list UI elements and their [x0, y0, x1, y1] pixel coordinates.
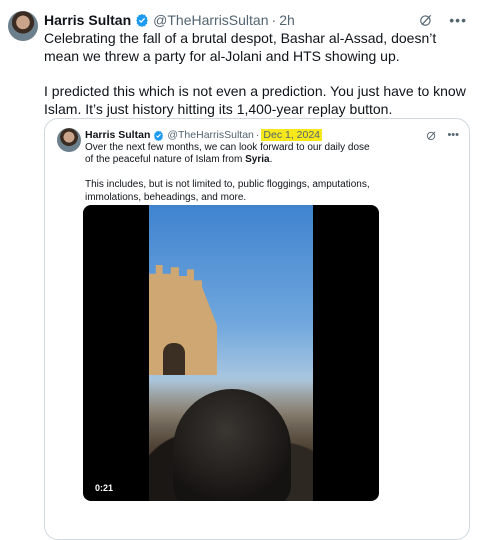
more-icon: •••	[447, 129, 459, 141]
bold-word: Syria	[245, 154, 270, 166]
separator-dot: ·	[271, 12, 277, 28]
tweet-header: Harris Sultan @TheHarrisSultan · 2h •••	[44, 10, 467, 30]
separator-dot: ·	[255, 129, 260, 141]
quoted-header: Harris Sultan @TheHarrisSultan · Dec 1, …	[85, 127, 459, 143]
fortress-gate	[163, 343, 185, 375]
verified-badge-icon	[154, 130, 164, 141]
grok-icon[interactable]	[419, 13, 433, 27]
video-frame	[149, 205, 313, 501]
author-name[interactable]: Harris Sultan	[44, 12, 131, 28]
tweet-paragraph: I predicted this which is not even a pre…	[44, 83, 466, 117]
grok-icon	[427, 131, 436, 140]
video-timestamp: 0:21	[95, 483, 114, 493]
video-player[interactable]: 0:21	[83, 205, 379, 501]
author-handle[interactable]: @TheHarrisSultan	[153, 12, 268, 28]
avatar[interactable]	[8, 11, 38, 41]
more-icon[interactable]: •••	[449, 13, 467, 27]
quoted-handle: @TheHarrisSultan	[167, 129, 254, 141]
verified-badge-icon	[136, 13, 148, 27]
quoted-tweet[interactable]: Harris Sultan @TheHarrisSultan · Dec 1, …	[44, 118, 470, 540]
quoted-avatar	[57, 128, 81, 152]
quoted-author-name: Harris Sultan	[85, 129, 151, 141]
tweet-text: Celebrating the fall of a brutal despot,…	[44, 30, 468, 118]
quoted-paragraph: Over the next few months, we can look fo…	[85, 142, 370, 166]
tweet-paragraph: Celebrating the fall of a brutal despot,…	[44, 30, 437, 64]
quoted-paragraph: This includes, but is not limited to, pu…	[85, 179, 370, 203]
quoted-date: Dec 1, 2024	[261, 129, 323, 141]
quoted-text: Over the next few months, we can look fo…	[85, 142, 375, 204]
timestamp[interactable]: 2h	[279, 12, 295, 28]
person-head	[173, 389, 291, 501]
